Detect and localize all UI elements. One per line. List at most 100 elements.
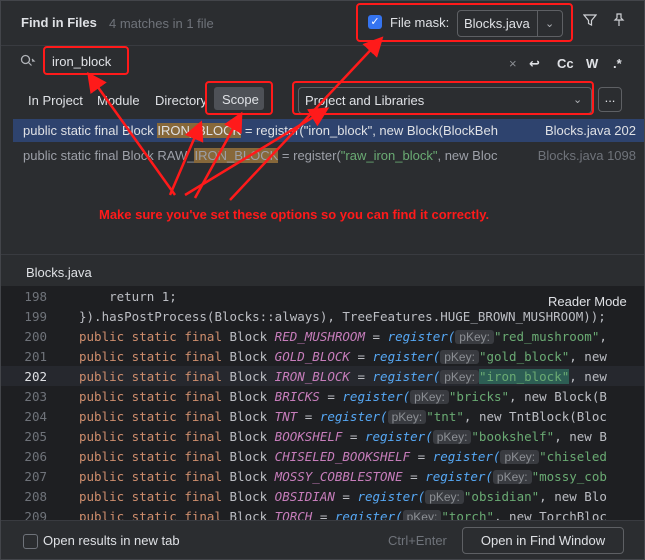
line-number: 206 — [24, 449, 47, 464]
code-token: "bookshelf" — [471, 429, 555, 444]
line-number: 208 — [24, 489, 47, 504]
line-number: 202 — [24, 369, 47, 384]
code-token: RED_MUSHROOM — [274, 329, 365, 344]
code-line: public static final Block OBSIDIAN = reg… — [79, 489, 607, 504]
code-token: BOOKSHELF — [274, 429, 343, 444]
parameter-hint: pKey: — [500, 450, 540, 464]
line-number: 200 — [24, 329, 47, 344]
file-mask-group: ✓ File mask: Blocks.java ⌄ — [358, 4, 572, 41]
code-token: , — [599, 329, 607, 344]
result-match: IRON_BLOCK — [194, 148, 279, 163]
tab-in-project[interactable]: In Project — [28, 93, 83, 108]
code-token: "bricks" — [448, 389, 510, 404]
code-line: public static final Block IRON_BLOCK = r… — [79, 369, 607, 384]
code-token: = — [402, 469, 426, 484]
parameter-hint: pKey: — [402, 510, 442, 520]
code-token: , new B — [554, 429, 607, 444]
code-token: TNT — [274, 409, 298, 424]
code-token: = — [334, 489, 358, 504]
code-token: , new TntBlock(Bloc — [463, 409, 607, 424]
scope-row: In Project Module Directory Scope Projec… — [1, 81, 644, 117]
parameter-hint: pKey: — [425, 490, 464, 504]
search-row: iron_block × ↩ Cc W .* — [1, 45, 644, 80]
open-in-find-window-button[interactable]: Open in Find Window — [462, 527, 624, 554]
code-token: IRON_BLOCK — [274, 369, 350, 384]
code-token: = — [297, 409, 320, 424]
regex-toggle[interactable]: .* — [613, 56, 622, 71]
chevron-down-icon[interactable]: ⌄ — [573, 93, 582, 106]
scope-more-button[interactable]: ... — [598, 87, 622, 112]
code-token: public static final — [79, 509, 230, 520]
result-text: public static final Block — [23, 123, 158, 138]
parameter-hint: pKey: — [455, 330, 494, 344]
code-token: , new Blo — [539, 489, 607, 504]
code-token: "tnt" — [426, 409, 464, 424]
code-token: register( — [432, 449, 501, 464]
match-case-toggle[interactable]: Cc — [557, 56, 574, 71]
code-token: Block — [229, 349, 275, 364]
clear-icon[interactable]: × — [509, 56, 517, 71]
reader-mode-button[interactable]: Reader Mode — [548, 294, 627, 309]
code-token: }).hasPostProcess(Blocks::always), TreeF… — [79, 309, 606, 324]
parameter-hint: pKey: — [440, 370, 479, 384]
code-token: register( — [364, 429, 433, 444]
code-token: public static final — [79, 329, 230, 344]
tab-scope[interactable]: Scope — [214, 87, 264, 110]
tab-scope-label: Scope — [222, 92, 259, 107]
file-mask-checkbox[interactable]: ✓ — [368, 15, 382, 29]
scope-value: Project and Libraries — [305, 93, 425, 108]
code-line: public static final Block TORCH = regist… — [79, 509, 607, 520]
newline-icon[interactable]: ↩ — [529, 56, 540, 72]
file-mask-combo[interactable]: Blocks.java ⌄ — [457, 10, 563, 37]
code-token: "red_mushroom" — [493, 329, 600, 344]
parameter-hint: pKey: — [410, 390, 449, 404]
chevron-down-icon[interactable]: ⌄ — [545, 17, 554, 30]
code-token: OBSIDIAN — [274, 489, 335, 504]
result-row[interactable]: public static final Block IRON_BLOCK = r… — [13, 119, 644, 142]
code-token: register( — [319, 409, 388, 424]
code-token: "chiseled — [539, 449, 607, 464]
code-token: = — [342, 429, 365, 444]
footer: Open results in new tab Ctrl+Enter Open … — [1, 520, 644, 559]
code-token: = — [319, 389, 343, 404]
line-number: 204 — [24, 409, 47, 424]
parameter-hint: pKey: — [492, 470, 532, 484]
code-token: MOSSY_COBBLESTONE — [274, 469, 403, 484]
code-token: public static final — [79, 389, 230, 404]
code-token: register( — [387, 329, 456, 344]
search-icon[interactable] — [20, 54, 36, 71]
code-token: public static final — [79, 489, 230, 504]
funnel-icon[interactable] — [582, 13, 598, 30]
result-match: IRON_BLOCK — [157, 123, 242, 138]
code-line: public static final Block BRICKS = regis… — [79, 389, 607, 404]
code-preview[interactable]: 198 199 200 201 202 203 204 205 206 207 208 209 ret… — [1, 286, 644, 520]
code-token: = — [349, 349, 373, 364]
code-token: , new — [569, 349, 607, 364]
search-input[interactable]: iron_block — [46, 49, 126, 73]
scope-combo[interactable]: Project and Libraries ⌄ — [298, 87, 592, 114]
new-tab-checkbox[interactable] — [23, 534, 38, 549]
code-token: register( — [357, 489, 426, 504]
code-token: GOLD_BLOCK — [274, 349, 350, 364]
result-text: = register("iron_block", new Block(Block… — [241, 123, 498, 138]
tab-directory[interactable]: Directory — [155, 93, 207, 108]
code-token: = — [349, 369, 373, 384]
whole-words-toggle[interactable]: W — [586, 56, 598, 71]
code-token: = — [410, 449, 433, 464]
pin-icon[interactable] — [612, 13, 626, 30]
code-token: "torch" — [441, 509, 494, 520]
tab-module[interactable]: Module — [97, 93, 140, 108]
code-token: "obsidian" — [463, 489, 540, 504]
code-token: register( — [372, 349, 441, 364]
find-in-files-window: Find in Files 4 matches in 1 file ✓ File… — [0, 0, 645, 560]
code-token: = — [312, 509, 335, 520]
code-line: public static final Block RED_MUSHROOM =… — [79, 329, 607, 344]
code-line: public static final Block CHISELED_BOOKS… — [79, 449, 607, 464]
result-string: "raw_iron_block" — [340, 148, 438, 163]
code-token: , new TorchBloc — [494, 509, 607, 520]
preview-file-name: Blocks.java — [26, 265, 92, 280]
divider — [1, 254, 644, 255]
result-row[interactable]: public static final Block RAW_IRON_BLOCK… — [13, 144, 644, 167]
code-token: "iron_block" — [478, 369, 570, 384]
combo-divider — [537, 11, 538, 36]
